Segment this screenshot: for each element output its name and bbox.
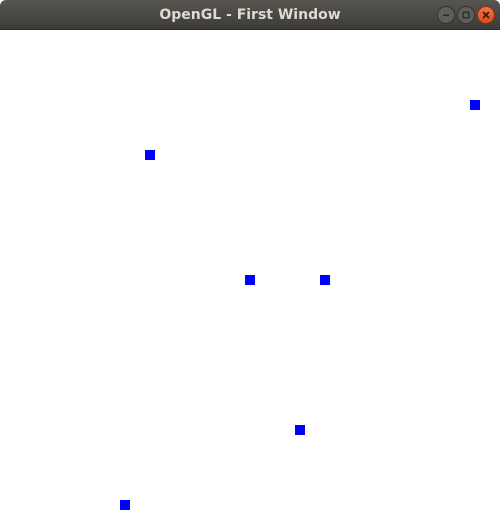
minimize-icon (443, 14, 449, 16)
app-window: OpenGL - First Window (0, 0, 500, 530)
gl-point (320, 275, 330, 285)
gl-point (295, 425, 305, 435)
gl-point (245, 275, 255, 285)
gl-point (470, 100, 480, 110)
maximize-icon (462, 11, 470, 19)
close-button[interactable] (477, 6, 495, 24)
window-title: OpenGL - First Window (159, 7, 341, 23)
close-icon (482, 11, 490, 19)
gl-point (145, 150, 155, 160)
opengl-canvas[interactable] (0, 30, 500, 530)
gl-point (120, 500, 130, 510)
minimize-button[interactable] (437, 6, 455, 24)
title-bar[interactable]: OpenGL - First Window (0, 0, 500, 30)
window-controls (437, 6, 495, 24)
maximize-button[interactable] (457, 6, 475, 24)
